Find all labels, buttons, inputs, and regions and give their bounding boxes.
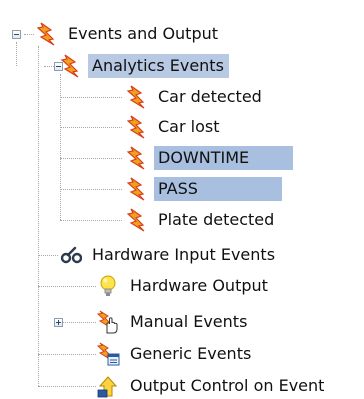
lightning-bolt-icon (58, 54, 82, 78)
light-bulb-icon (96, 274, 120, 298)
lightning-bolt-icon (124, 85, 148, 109)
collapse-toggle-events-and-output[interactable] (12, 30, 21, 39)
tree-line (38, 286, 96, 287)
tree-node-label: Car detected (158, 87, 262, 106)
tree-node-analytics-events[interactable]: Analytics Events (58, 53, 229, 79)
tree-node-plate-detected[interactable]: Plate detected (124, 207, 279, 233)
tree-line (38, 386, 96, 387)
tree-node-manual-events[interactable]: Manual Events (96, 309, 252, 335)
output-control-icon (96, 374, 120, 398)
tree-line (16, 42, 17, 66)
lightning-bolt-icon (124, 115, 148, 139)
lightning-bolt-icon (124, 177, 148, 201)
tree-line (24, 34, 34, 35)
tree-node-events-and-output[interactable]: Events and Output (34, 21, 223, 47)
tree-node-label: Events and Output (68, 24, 219, 43)
tree-line (38, 255, 58, 256)
generic-event-icon (96, 342, 120, 366)
tree-node-label: Output Control on Event (130, 376, 325, 395)
tree-line (60, 97, 122, 98)
lightning-bolt-icon (34, 22, 58, 46)
hand-pointer-icon (96, 310, 120, 334)
input-switch-icon (58, 243, 82, 267)
tree-line (38, 354, 96, 355)
tree-node-pass[interactable]: PASS (124, 176, 282, 202)
tree-line (60, 74, 61, 220)
tree-node-car-detected[interactable]: Car detected (124, 84, 267, 110)
tree-node-hardware-output[interactable]: Hardware Output (96, 273, 273, 299)
tree-line (60, 189, 122, 190)
tree-line (60, 127, 122, 128)
tree-node-generic-events[interactable]: Generic Events (96, 341, 256, 367)
tree-node-hardware-input-events[interactable]: Hardware Input Events (58, 242, 280, 268)
tree-node-label: Hardware Output (130, 276, 268, 295)
tree-node-label: Plate detected (158, 210, 275, 229)
tree-line (60, 158, 122, 159)
tree-line (62, 322, 96, 323)
expand-toggle-manual-events[interactable] (54, 318, 63, 327)
tree-node-downtime[interactable]: DOWNTIME (124, 145, 294, 171)
tree-node-label: Analytics Events (88, 54, 229, 78)
event-tree: Events and Output Analytics Events Car d… (0, 0, 364, 398)
tree-node-car-lost[interactable]: Car lost (124, 114, 224, 140)
tree-node-label: DOWNTIME (154, 146, 294, 170)
lightning-bolt-icon (124, 208, 148, 232)
tree-line (38, 46, 39, 386)
tree-node-output-control-on-event[interactable]: Output Control on Event (96, 373, 329, 399)
tree-node-label: PASS (154, 177, 282, 201)
tree-node-label: Manual Events (130, 312, 248, 331)
tree-line (60, 220, 122, 221)
tree-node-label: Hardware Input Events (92, 245, 276, 264)
tree-node-label: Generic Events (130, 344, 252, 363)
tree-line (44, 66, 54, 67)
tree-node-label: Car lost (158, 117, 220, 136)
lightning-bolt-icon (124, 146, 148, 170)
